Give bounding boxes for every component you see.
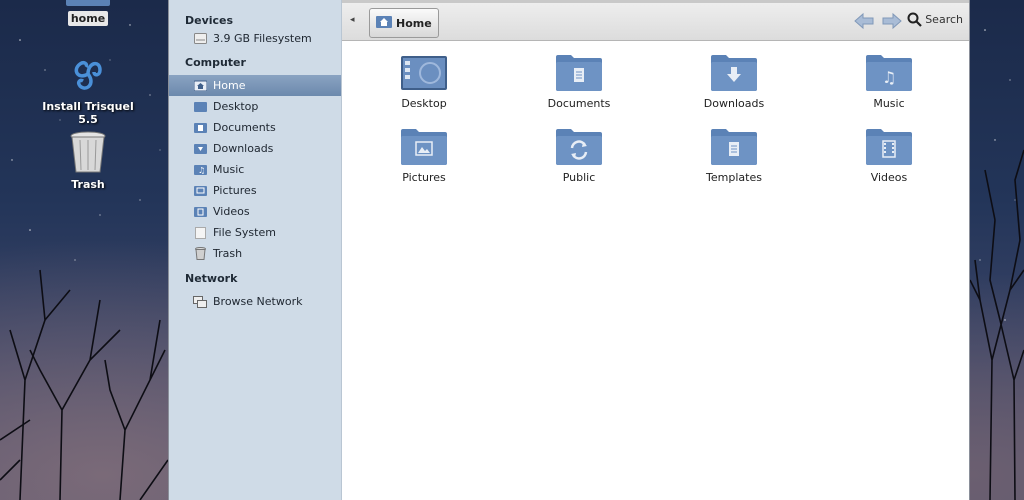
home-folder-icon [193,80,207,92]
sidebar-item-label: Videos [213,205,250,218]
sidebar-item-label: Browse Network [213,295,303,308]
network-icon [193,295,207,308]
public-folder-icon [556,129,602,165]
folder-label: Templates [706,171,762,184]
sidebar-section-devices: Devices [185,14,234,27]
folder-pictures[interactable]: Pictures [369,127,479,184]
folder-music[interactable]: ♫ Music [834,53,944,110]
location-toolbar: ◂ Home Search [342,0,969,41]
sidebar-item-downloads[interactable]: Downloads [169,138,341,159]
sidebar-item-videos[interactable]: Videos [169,201,341,222]
svg-text:♫: ♫ [882,68,896,87]
home-folder-icon [66,0,110,6]
documents-folder-icon [556,55,602,91]
desktop-icon-install-trisquel[interactable]: Install Trisquel 5.5 [28,52,148,127]
folder-label: Public [562,171,596,184]
sidebar-item-trash[interactable]: Trash [169,243,341,264]
videos-folder-icon [193,206,207,218]
sidebar-item-label: Trash [213,247,243,260]
file-view: ◂ Home Search Desktop Documents Download… [342,0,969,500]
sidebar-item-home[interactable]: Home [169,75,341,96]
folder-label: Desktop [401,97,447,110]
sidebar-item-music[interactable]: ♫ Music [169,159,341,180]
sidebar-item-label: Documents [213,121,276,134]
documents-folder-icon [193,122,207,134]
folder-label: Videos [870,171,908,184]
folder-label: Documents [547,97,611,110]
trash-can-icon [70,131,106,173]
trash-icon [193,247,207,260]
pictures-folder-icon [401,129,447,165]
home-folder-icon [376,15,392,31]
file-system-icon [193,226,207,239]
sidebar-item-label: Desktop [213,100,259,113]
sidebar-item-documents[interactable]: Documents [169,117,341,138]
desktop-folder-icon [193,101,207,113]
trisquel-logo-icon [74,61,102,90]
folder-downloads[interactable]: Downloads [679,53,789,110]
sidebar-item-browse-network[interactable]: Browse Network [169,291,341,312]
videos-folder-icon [866,129,912,165]
music-folder-icon: ♫ [193,164,207,176]
sidebar-section-network: Network [185,272,238,285]
tree-silhouette-left [0,269,168,500]
folder-desktop[interactable]: Desktop [369,53,479,110]
path-home-button[interactable]: Home [369,8,439,38]
desktop-folder-icon [401,56,447,90]
sidebar-item-label: Music [213,163,245,176]
sidebar-item-label: Home [213,79,246,92]
desktop-icon-home[interactable]: home [28,0,148,26]
sidebar-item-file-system[interactable]: File System [169,222,341,243]
folder-label: Pictures [402,171,446,184]
path-label: Home [396,16,432,30]
file-manager-window: Devices 3.9 GB Filesystem Computer Home … [168,0,970,500]
search-icon [907,12,922,27]
sidebar-item-pictures[interactable]: Pictures [169,180,341,201]
search-button[interactable]: Search [907,12,963,27]
path-scroll-left-icon[interactable]: ◂ [350,15,355,25]
drive-icon [193,33,207,45]
sidebar-item-label: File System [213,226,276,239]
desktop-icon-trash[interactable]: Trash [28,130,148,192]
sidebar-item-label: Downloads [213,142,274,155]
desktop-icon-label: home [67,11,109,26]
pictures-folder-icon [193,185,207,197]
downloads-folder-icon [711,55,757,91]
tree-silhouette-right [970,149,1024,500]
search-label: Search [925,13,963,26]
folder-public[interactable]: Public [524,127,634,184]
sidebar-section-computer: Computer [185,56,246,69]
desktop-icon-label: Trash [71,178,105,191]
sidebar-item-filesystem-device[interactable]: 3.9 GB Filesystem [169,28,341,49]
music-folder-icon: ♫ [866,55,912,91]
downloads-folder-icon [193,143,207,155]
back-arrow-icon[interactable] [853,12,875,30]
sidebar-item-label: Pictures [213,184,257,197]
sidebar-item-label: 3.9 GB Filesystem [213,32,312,45]
sidebar-item-desktop[interactable]: Desktop [169,96,341,117]
folder-videos[interactable]: Videos [834,127,944,184]
folder-label: Music [873,97,905,110]
folder-templates[interactable]: Templates [679,127,789,184]
places-sidebar: Devices 3.9 GB Filesystem Computer Home … [169,0,342,500]
svg-text:♫: ♫ [198,166,205,175]
folder-label: Downloads [703,97,765,110]
templates-folder-icon [711,129,757,165]
folder-documents[interactable]: Documents [524,53,634,110]
forward-arrow-icon[interactable] [881,12,903,30]
desktop-icon-label: Install Trisquel 5.5 [42,100,134,126]
